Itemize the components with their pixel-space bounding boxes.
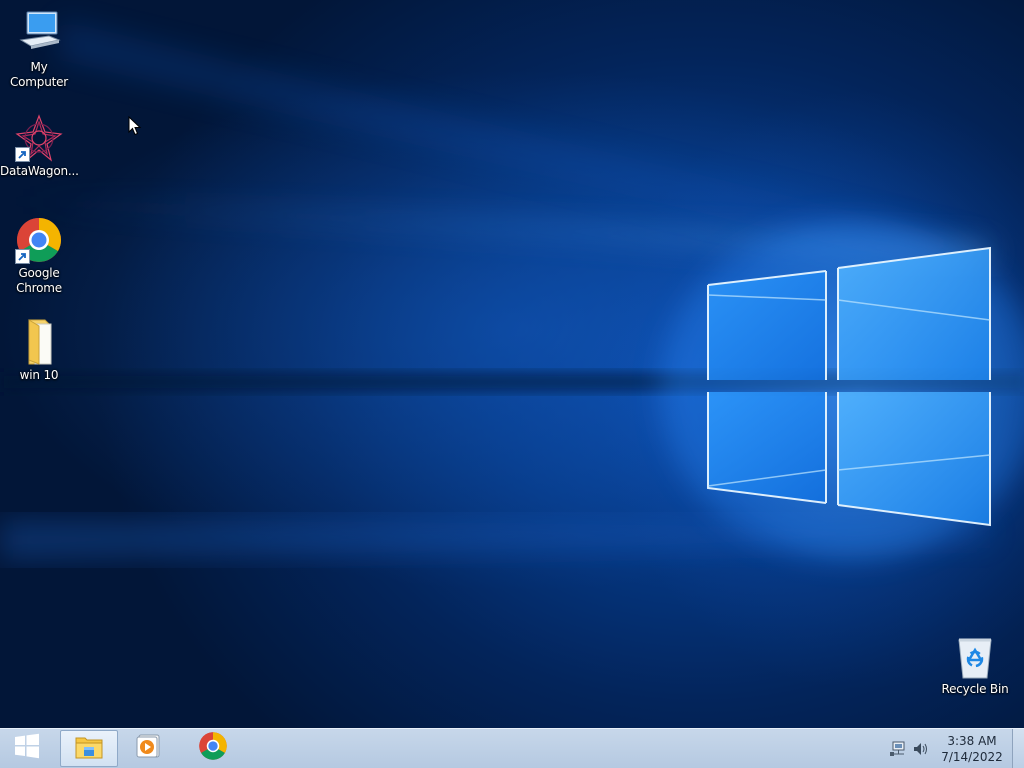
start-button[interactable]: [0, 729, 54, 768]
datawagon-icon: [15, 114, 63, 162]
recycle-bin-icon: [951, 632, 999, 680]
desktop-icon-label: My Computer: [9, 60, 69, 89]
chrome-icon: [198, 731, 228, 766]
file-explorer-icon: [74, 732, 104, 765]
windows-logo-icon: [14, 733, 40, 764]
desktop-icon-label: win 10: [19, 368, 59, 382]
clock-date: 7/14/2022: [941, 750, 1003, 764]
desktop-icon-label: Recycle Bin: [941, 682, 1009, 696]
folder-icon: [15, 318, 63, 366]
desktop-icon-datawagon[interactable]: DataWagon...: [0, 114, 79, 179]
taskbar-media-player-button[interactable]: [120, 730, 178, 767]
desktop-icon-google-chrome[interactable]: Google Chrome: [0, 216, 78, 296]
desktop-icon-label: DataWagon...: [0, 164, 79, 178]
system-tray: [888, 729, 928, 768]
show-desktop-button[interactable]: [1012, 729, 1024, 768]
taskbar: 3:38 AM 7/14/2022: [0, 728, 1024, 768]
clock-time: 3:38 AM: [947, 734, 997, 748]
desktop-wallpaper: [0, 0, 1024, 728]
media-player-icon: [135, 732, 163, 765]
windows-light-logo: [0, 20, 1024, 560]
taskbar-file-explorer-button[interactable]: [60, 730, 118, 767]
chrome-icon: [15, 216, 63, 264]
shortcut-arrow-icon: [15, 249, 30, 264]
taskbar-chrome-button[interactable]: [184, 730, 242, 767]
desktop-icon-recycle-bin[interactable]: Recycle Bin: [936, 632, 1014, 697]
network-icon[interactable]: [890, 740, 908, 763]
desktop-icon-label: Google Chrome: [16, 266, 62, 295]
desktop-icon-win10-folder[interactable]: win 10: [0, 318, 78, 383]
computer-icon: [15, 10, 63, 58]
desktop-icon-my-computer[interactable]: My Computer: [0, 10, 78, 90]
taskbar-clock[interactable]: 3:38 AM 7/14/2022: [928, 733, 1016, 765]
shortcut-arrow-icon: [15, 147, 30, 162]
mouse-cursor-icon: [128, 115, 142, 141]
